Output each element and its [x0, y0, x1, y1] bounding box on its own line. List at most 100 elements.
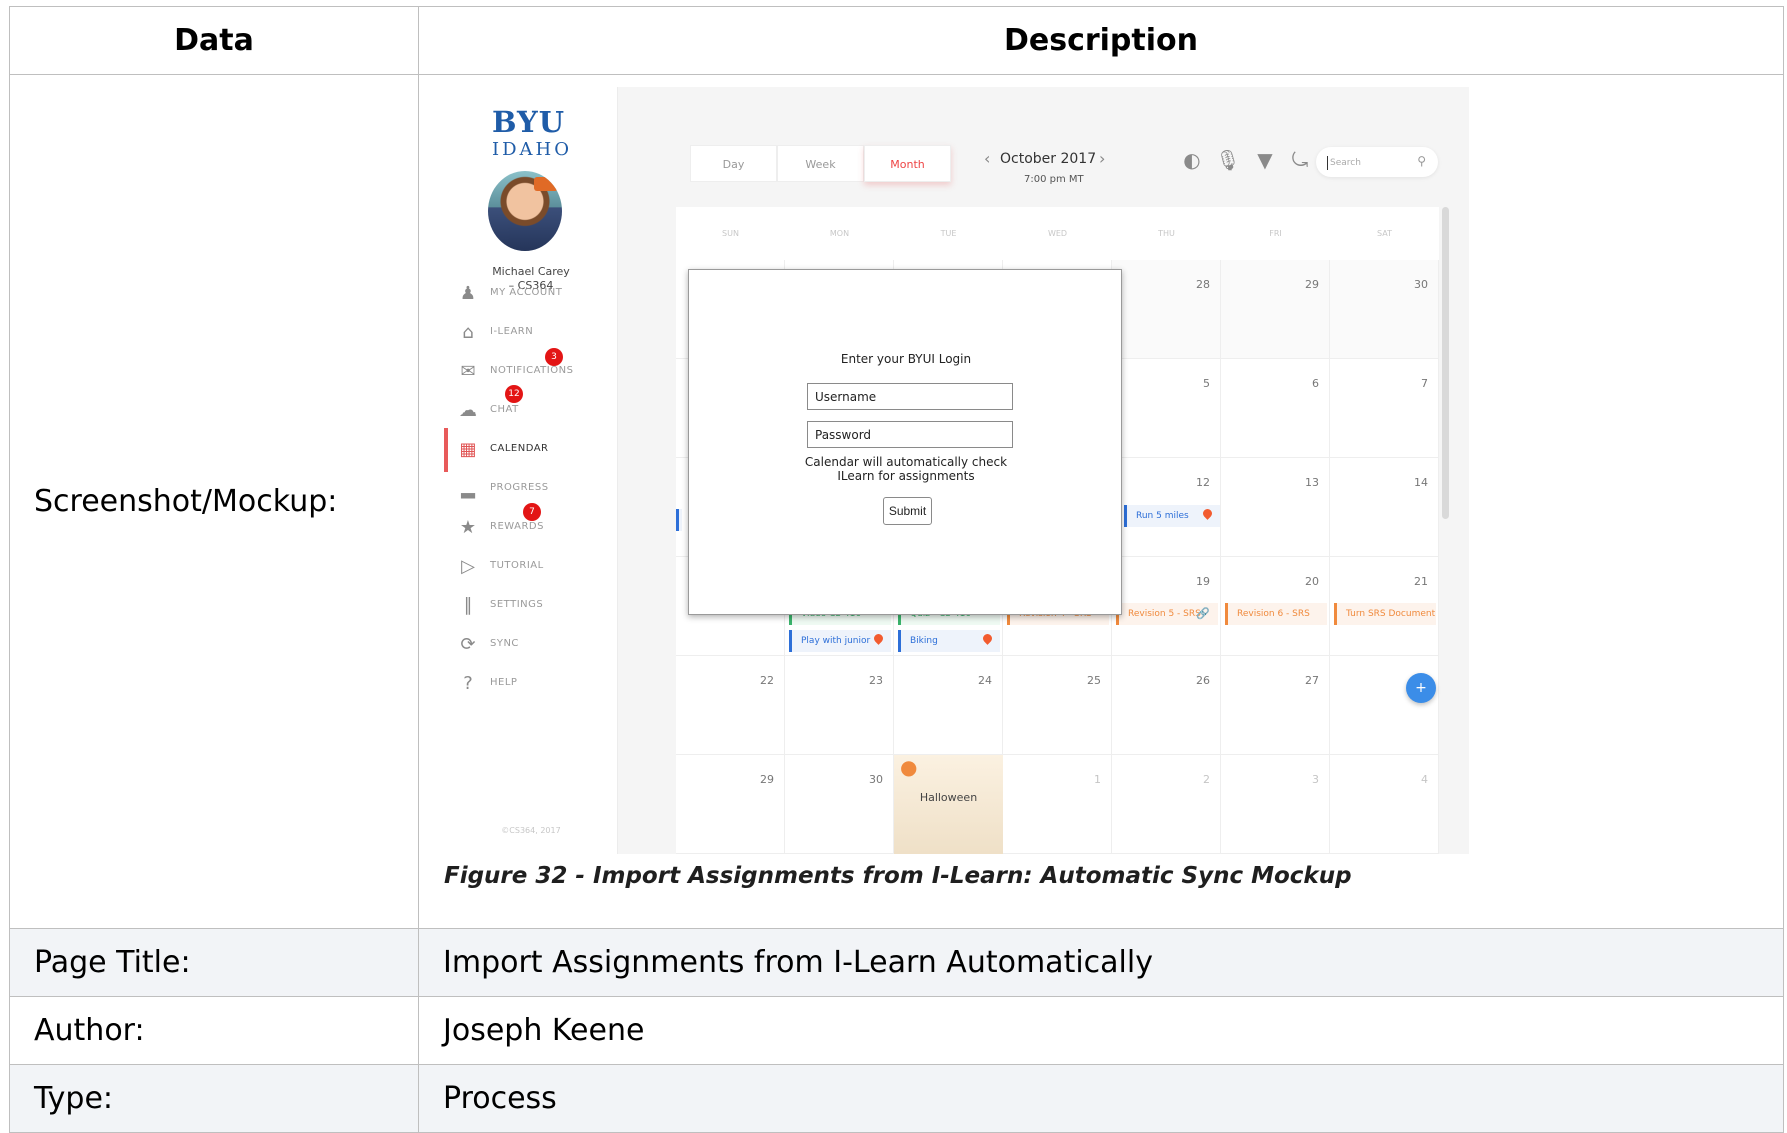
- day-number: 19: [1196, 575, 1210, 588]
- day-number: 25: [1087, 674, 1101, 687]
- nav-help[interactable]: ? HELP: [444, 669, 618, 699]
- password-field[interactable]: Password: [807, 421, 1013, 448]
- weekday-fri: FRI: [1269, 229, 1282, 238]
- calendar-day-cell[interactable]: 4: [1330, 755, 1439, 854]
- chevron-right-icon[interactable]: ›: [1099, 149, 1105, 168]
- calendar-day-cell[interactable]: 28: [1330, 656, 1439, 755]
- contrast-icon[interactable]: ◐: [1179, 147, 1205, 173]
- calendar-day-cell[interactable]: 26: [1112, 656, 1221, 755]
- calendar-day-cell[interactable]: 13: [1221, 458, 1330, 557]
- row-value-author: Joseph Keene: [418, 996, 1784, 1065]
- day-number: 28: [1196, 278, 1210, 291]
- day-number: 4: [1421, 773, 1428, 786]
- tab-month[interactable]: Month: [864, 145, 951, 182]
- calendar-day-cell[interactable]: 30: [785, 755, 894, 854]
- event-label: Revision 6 - SRS: [1237, 609, 1310, 619]
- halloween-image: ● Halloween: [894, 755, 1003, 854]
- share-icon[interactable]: ⤿: [1287, 147, 1313, 173]
- nav-label: MY ACCOUNT: [490, 287, 563, 298]
- nav-label: SYNC: [490, 638, 519, 649]
- copyright: ©CS364, 2017: [501, 826, 561, 835]
- calendar-day-cell[interactable]: 6: [1221, 359, 1330, 458]
- row-label-author: Author:: [9, 996, 419, 1065]
- weekday-thu: THU: [1158, 229, 1175, 238]
- nav-sync[interactable]: ⟳ SYNC: [444, 630, 618, 660]
- filter-icon[interactable]: ▼: [1252, 147, 1278, 173]
- calendar-day-cell[interactable]: 3: [1221, 755, 1330, 854]
- header-description: Description: [418, 6, 1784, 75]
- day-number: 26: [1196, 674, 1210, 687]
- nav-calendar[interactable]: ▦ CALENDAR: [444, 428, 618, 472]
- day-number: 27: [1305, 674, 1319, 687]
- nav-settings[interactable]: ∥ SETTINGS: [444, 591, 618, 621]
- event-label: Run 5 miles: [1136, 511, 1189, 521]
- search-icon: ⚲: [1417, 154, 1426, 168]
- day-number: 5: [1203, 377, 1210, 390]
- event-partial[interactable]: [676, 509, 682, 531]
- nav-notifications[interactable]: ✉ NOTIFICATIONS 3: [444, 348, 618, 387]
- chevron-left-icon[interactable]: ‹: [984, 149, 990, 168]
- nav-label: TUTORIAL: [490, 560, 544, 571]
- scrollbar[interactable]: [1442, 207, 1449, 854]
- weekday-sun: SUN: [722, 229, 739, 238]
- username-field[interactable]: Username: [807, 383, 1013, 410]
- calendar-day-cell[interactable]: 2: [1112, 755, 1221, 854]
- calendar-day-cell[interactable]: 28: [1112, 260, 1221, 359]
- nav-tutorial[interactable]: ▷ TUTORIAL: [444, 552, 618, 582]
- event-biking[interactable]: Biking: [898, 630, 1000, 652]
- nav-chat[interactable]: ☁ CHAT 12: [444, 385, 618, 426]
- add-event-button[interactable]: +: [1406, 673, 1436, 703]
- day-number: 7: [1421, 377, 1428, 390]
- location-pin-icon: [1201, 507, 1214, 520]
- calendar-day-cell[interactable]: 25: [1003, 656, 1112, 755]
- calendar-day-cell[interactable]: 22: [676, 656, 785, 755]
- logo-idaho: IDAHO: [492, 139, 572, 160]
- nav-my-account[interactable]: ♟ MY ACCOUNT: [444, 279, 618, 309]
- modal-title: Enter your BYUI Login: [840, 352, 972, 366]
- nav-i-learn[interactable]: ⌂ I-LEARN: [444, 318, 618, 348]
- search-input[interactable]: Search ⚲: [1316, 147, 1438, 177]
- user-icon: ♟: [459, 283, 477, 304]
- avatar[interactable]: [488, 171, 562, 251]
- location-pin-icon: [872, 632, 885, 645]
- event-run[interactable]: Run 5 miles: [1124, 505, 1220, 527]
- play-icon: ▷: [461, 556, 475, 577]
- day-number: 6: [1312, 377, 1319, 390]
- nav-label: I-LEARN: [490, 326, 534, 337]
- calendar-day-cell[interactable]: 23: [785, 656, 894, 755]
- tab-day[interactable]: Day: [690, 145, 777, 182]
- event-turn[interactable]: Turn SRS Document: [1334, 603, 1436, 625]
- nav-rewards[interactable]: ★ REWARDS 7: [444, 503, 618, 543]
- calendar-day-cell[interactable]: 7: [1330, 359, 1439, 458]
- event-label: Play with junior: [801, 636, 871, 646]
- event-label: Biking: [910, 636, 938, 646]
- nav-progress[interactable]: ▂ PROGRESS: [444, 474, 618, 504]
- calendar-day-cell[interactable]: 29: [1221, 260, 1330, 359]
- calendar-day-cell[interactable]: 5: [1112, 359, 1221, 458]
- day-number: 14: [1414, 476, 1428, 489]
- calendar-day-cell[interactable]: 1: [1003, 755, 1112, 854]
- submit-button[interactable]: Submit: [883, 497, 932, 525]
- tab-week[interactable]: Week: [777, 145, 864, 182]
- nav-label: PROGRESS: [490, 482, 549, 493]
- calendar-day-cell[interactable]: 24: [894, 656, 1003, 755]
- calendar-day-cell[interactable]: 27: [1221, 656, 1330, 755]
- header-data: Data: [9, 6, 419, 75]
- calendar-day-cell[interactable]: 30: [1330, 260, 1439, 359]
- weekday-sat: SAT: [1377, 229, 1392, 238]
- scrollbar-thumb[interactable]: [1442, 207, 1449, 519]
- event-play[interactable]: Play with junior: [789, 630, 891, 652]
- mockup-image: BYU IDAHO Michael Carey – CS364 ♟ MY ACC…: [444, 87, 1469, 854]
- search-placeholder: Search: [1330, 158, 1361, 168]
- user-name-line1: Michael Carey: [492, 265, 570, 278]
- weekday-mon: MON: [829, 229, 850, 238]
- calendar-day-cell[interactable]: 14: [1330, 458, 1439, 557]
- calendar-day-cell[interactable]: 29: [676, 755, 785, 854]
- day-number: 20: [1305, 575, 1319, 588]
- event-rev6[interactable]: Revision 6 - SRS: [1225, 603, 1327, 625]
- day-number: 30: [869, 773, 883, 786]
- microphone-icon[interactable]: 🎙: [1215, 147, 1241, 173]
- event-rev5[interactable]: Revision 5 - SRS 🔗: [1116, 603, 1218, 625]
- nav-label: HELP: [490, 677, 518, 688]
- chat-badge: 12: [505, 385, 523, 403]
